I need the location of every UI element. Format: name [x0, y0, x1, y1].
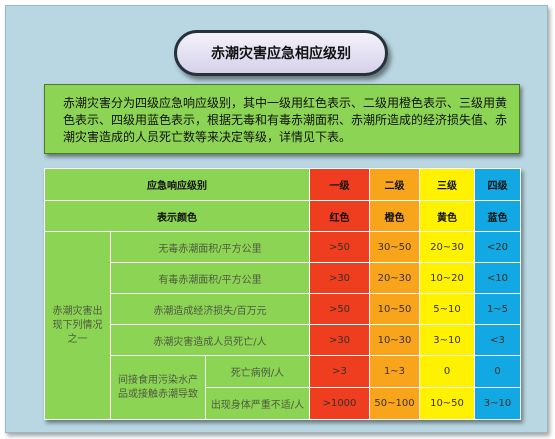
condition-group-label: 赤潮灾害出现下列情况之一 — [44, 231, 111, 420]
value-cell: 3~10 — [419, 324, 475, 356]
value-cell: 30~50 — [369, 231, 420, 263]
value-cell: >30 — [309, 324, 370, 356]
value-cell: 3~10 — [474, 387, 521, 420]
color-red: 红色 — [309, 200, 370, 232]
value-cell: <20 — [474, 231, 521, 263]
response-level-table: 应急响应级别 一级 二级 三级 四级 表示颜色 红色 橙色 黄色 蓝色 赤潮灾害… — [44, 168, 521, 420]
level-1-header: 一级 — [309, 168, 370, 201]
value-cell: 5~10 — [419, 293, 475, 325]
row-label: 无毒赤潮面积/平方公里 — [110, 231, 310, 263]
value-cell: 50~100 — [369, 387, 420, 420]
value-cell: 20~30 — [369, 262, 420, 294]
row-label: 出现身体严重不适/人 — [205, 387, 310, 420]
value-cell: 0 — [419, 355, 475, 388]
subgroup-label: 间接食用污染水产品或接触赤潮导致 — [110, 355, 206, 420]
table-row: 赤潮灾害出现下列情况之一 无毒赤潮面积/平方公里 >50 30~50 20~30… — [44, 231, 521, 420]
value-cell: >30 — [309, 262, 370, 294]
row-label: 赤潮灾害造成人员死亡/人 — [110, 324, 310, 356]
row-label: 赤潮造成经济损失/百万元 — [110, 293, 310, 325]
intro-text: 赤潮灾害分为四级应急响应级别，其中一级用红色表示、二级用橙色表示、三级用黄色表示… — [44, 84, 520, 154]
frame: 赤潮灾害应急相应级别 赤潮灾害分为四级应急响应级别，其中一级用红色表示、二级用橙… — [5, 5, 548, 433]
value-cell: >50 — [309, 293, 370, 325]
color-row: 表示颜色 红色 橙色 黄色 蓝色 — [44, 200, 521, 232]
value-cell: >1000 — [309, 387, 370, 420]
level-4-header: 四级 — [474, 168, 521, 201]
value-cell: 10~50 — [369, 293, 420, 325]
table-row: 有毒赤潮面积/平方公里 >30 20~30 10~20 <10 — [45, 262, 521, 294]
value-cell: >3 — [309, 355, 370, 388]
value-cell: 20~30 — [419, 231, 475, 263]
value-cell: <10 — [474, 262, 521, 294]
row-label: 死亡病例/人 — [205, 355, 310, 388]
color-orange: 橙色 — [369, 200, 420, 232]
table-row: 赤潮造成经济损失/百万元 >50 10~50 5~10 1~5 — [45, 293, 521, 325]
value-cell: >50 — [309, 231, 370, 263]
color-yellow: 黄色 — [419, 200, 475, 232]
value-cell: <3 — [474, 324, 521, 356]
color-row-label: 表示颜色 — [44, 200, 310, 232]
row-label: 有毒赤潮面积/平方公里 — [110, 262, 310, 294]
level-3-header: 三级 — [419, 168, 475, 201]
header-label: 应急响应级别 — [44, 168, 310, 201]
level-2-header: 二级 — [369, 168, 420, 201]
header-row: 应急响应级别 一级 二级 三级 四级 — [44, 168, 521, 201]
value-cell: 1~3 — [369, 355, 420, 388]
value-cell: 1~5 — [474, 293, 521, 325]
value-cell: 10~50 — [419, 387, 475, 420]
page-title: 赤潮灾害应急相应级别 — [174, 30, 388, 76]
value-cell: 10~20 — [419, 262, 475, 294]
value-cell: 0 — [474, 355, 521, 388]
color-blue: 蓝色 — [474, 200, 521, 232]
table-row: 赤潮灾害造成人员死亡/人 >30 10~30 3~10 <3 — [45, 324, 521, 356]
value-cell: 10~30 — [369, 324, 420, 356]
table-row: 间接食用污染水产品或接触赤潮导致 死亡病例/人 >3 1~3 0 0 — [45, 355, 521, 420]
